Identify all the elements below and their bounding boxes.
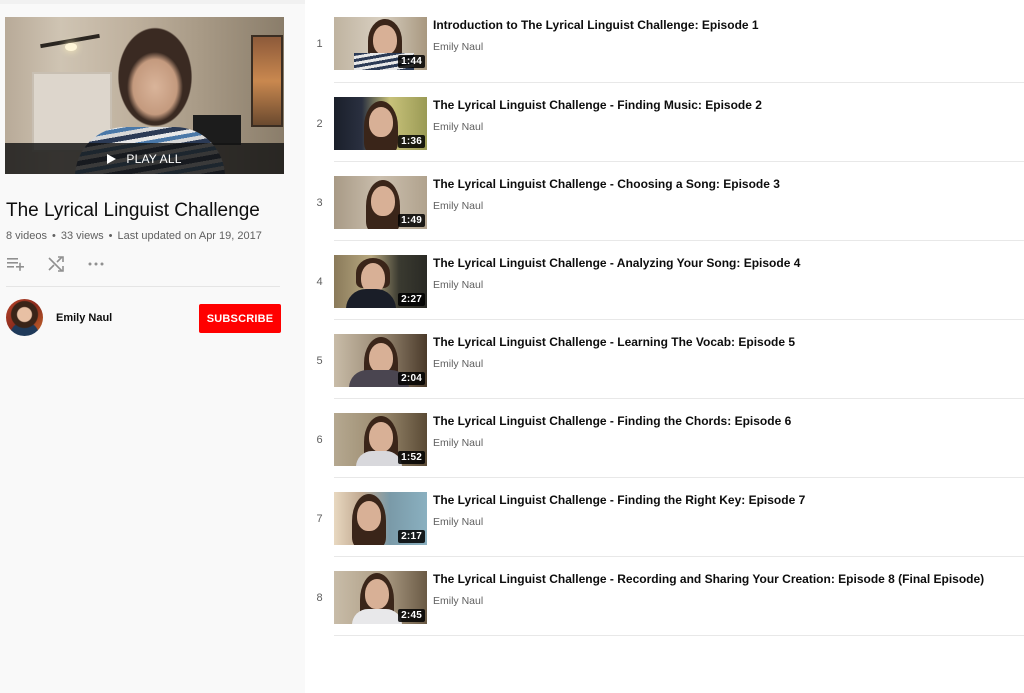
video-index: 6 — [316, 434, 323, 446]
video-duration: 2:27 — [398, 293, 425, 306]
stats-separator: • — [51, 230, 56, 242]
video-duration: 1:44 — [398, 55, 425, 68]
row-divider — [334, 635, 1024, 636]
video-thumbnail[interactable]: 2:45 — [334, 571, 427, 624]
sidebar-divider — [6, 286, 280, 287]
video-index: 3 — [316, 197, 323, 209]
view-count: 33 views — [60, 230, 104, 242]
video-channel[interactable]: Emily Naul — [433, 121, 483, 133]
video-title[interactable]: The Lyrical Linguist Challenge - Learnin… — [433, 335, 795, 349]
video-count: 8 videos — [6, 230, 47, 242]
video-title[interactable]: The Lyrical Linguist Challenge - Choosin… — [433, 177, 780, 191]
video-channel[interactable]: Emily Naul — [433, 279, 483, 291]
thumbnail-face — [373, 25, 397, 55]
add-to-queue-icon — [7, 258, 24, 271]
thumbnail-face — [369, 343, 393, 373]
video-index: 2 — [316, 118, 323, 130]
playlist-video-item[interactable]: 6 1:52 The Lyrical Linguist Challenge - … — [305, 399, 1024, 478]
video-title[interactable]: The Lyrical Linguist Challenge - Recordi… — [433, 572, 984, 586]
thumbnail-face — [357, 501, 381, 531]
video-title[interactable]: Introduction to The Lyrical Linguist Cha… — [433, 18, 759, 32]
play-icon — [107, 153, 117, 164]
thumbnail-shirt — [346, 289, 396, 308]
thumbnail-face — [365, 579, 389, 609]
thumbnail-face — [371, 186, 395, 216]
video-title[interactable]: The Lyrical Linguist Challenge - Finding… — [433, 414, 791, 428]
playlist-sidebar: PLAY ALL The Lyrical Linguist Challenge … — [0, 0, 305, 693]
thumbnail-face — [369, 107, 393, 137]
play-all-button[interactable]: PLAY ALL — [5, 143, 284, 174]
playlist-video-item[interactable]: 3 1:49 The Lyrical Linguist Challenge - … — [305, 162, 1024, 241]
video-title[interactable]: The Lyrical Linguist Challenge - Analyzi… — [433, 256, 800, 270]
video-channel[interactable]: Emily Naul — [433, 516, 483, 528]
more-icon — [88, 262, 104, 266]
video-duration: 2:04 — [398, 372, 425, 385]
stats-separator: • — [108, 230, 113, 242]
playlist-video-item[interactable]: 4 2:27 The Lyrical Linguist Challenge - … — [305, 241, 1024, 320]
video-title[interactable]: The Lyrical Linguist Challenge - Finding… — [433, 493, 805, 507]
video-duration: 2:17 — [398, 530, 425, 543]
video-thumbnail[interactable]: 2:04 — [334, 334, 427, 387]
video-index: 7 — [316, 513, 323, 525]
video-index: 5 — [316, 355, 323, 367]
video-channel[interactable]: Emily Naul — [433, 437, 483, 449]
video-channel[interactable]: Emily Naul — [433, 41, 483, 53]
thumbnail-face — [369, 422, 393, 452]
playlist-video-item[interactable]: 2 1:36 The Lyrical Linguist Challenge - … — [305, 83, 1024, 162]
video-title[interactable]: The Lyrical Linguist Challenge - Finding… — [433, 98, 762, 112]
thumbnail-shirt — [352, 609, 402, 624]
playlist-owner: Emily Naul — [6, 299, 112, 336]
playlist-stats: 8 videos • 33 views • Last updated on Ap… — [6, 230, 262, 242]
video-duration: 1:36 — [398, 135, 425, 148]
video-duration: 2:45 — [398, 609, 425, 622]
playlist-video-item[interactable]: 8 2:45 The Lyrical Linguist Challenge - … — [305, 557, 1024, 636]
owner-avatar[interactable] — [6, 299, 43, 336]
video-thumbnail[interactable]: 2:27 — [334, 255, 427, 308]
owner-name[interactable]: Emily Naul — [56, 312, 112, 324]
thumbnail-shirt — [356, 451, 402, 466]
video-channel[interactable]: Emily Naul — [433, 358, 483, 370]
subscribe-button[interactable]: SUBSCRIBE — [199, 304, 281, 333]
video-thumbnail[interactable]: 1:49 — [334, 176, 427, 229]
playlist-video-item[interactable]: 7 2:17 The Lyrical Linguist Challenge - … — [305, 478, 1024, 557]
last-updated: Last updated on Apr 19, 2017 — [117, 230, 262, 242]
playlist-video-item[interactable]: 1 1:44 Introduction to The Lyrical Lingu… — [305, 0, 1024, 83]
play-all-label: PLAY ALL — [126, 151, 182, 166]
video-duration: 1:49 — [398, 214, 425, 227]
playlist-actions — [6, 256, 126, 272]
video-index: 1 — [316, 38, 323, 50]
shuffle-button[interactable] — [46, 256, 66, 272]
thumbnail-scene-lamp — [65, 43, 77, 51]
video-thumbnail[interactable]: 1:52 — [334, 413, 427, 466]
save-playlist-button[interactable] — [6, 256, 26, 272]
video-thumbnail[interactable]: 1:44 — [334, 17, 427, 70]
video-thumbnail[interactable]: 1:36 — [334, 97, 427, 150]
playlist-hero-thumbnail[interactable]: PLAY ALL — [5, 17, 284, 174]
video-channel[interactable]: Emily Naul — [433, 595, 483, 607]
playlist-video-list: 1 1:44 Introduction to The Lyrical Lingu… — [305, 0, 1024, 693]
more-actions-button[interactable] — [86, 256, 106, 272]
thumbnail-scene-poster — [251, 35, 283, 127]
playlist-title: The Lyrical Linguist Challenge — [6, 200, 260, 221]
shuffle-icon — [48, 256, 64, 272]
top-divider — [0, 0, 305, 4]
video-index: 4 — [316, 276, 323, 288]
video-channel[interactable]: Emily Naul — [433, 200, 483, 212]
playlist-video-item[interactable]: 5 2:04 The Lyrical Linguist Challenge - … — [305, 320, 1024, 399]
video-thumbnail[interactable]: 2:17 — [334, 492, 427, 545]
video-duration: 1:52 — [398, 451, 425, 464]
video-index: 8 — [316, 592, 323, 604]
